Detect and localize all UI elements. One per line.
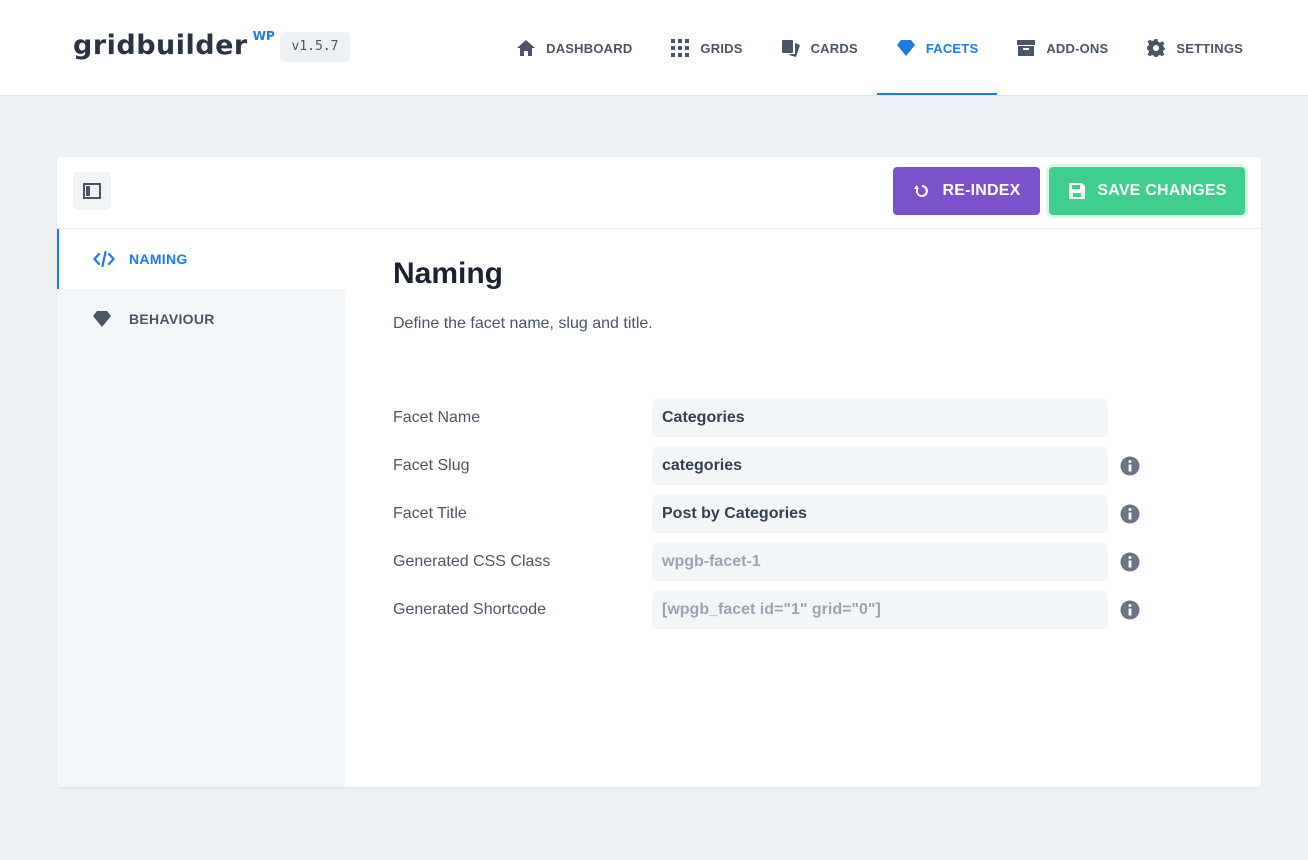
logo[interactable]: gridbuilder WP [73, 28, 275, 68]
facet-editor-panel: RE-INDEX SAVE CHANGES NAMING BEHAVIOUR N… [57, 157, 1261, 787]
field-generated-shortcode: Generated Shortcode [393, 591, 1153, 629]
facet-name-input[interactable] [652, 399, 1108, 437]
reindex-label: RE-INDEX [942, 182, 1021, 199]
save-changes-button[interactable]: SAVE CHANGES [1049, 167, 1245, 215]
sidebar-item-naming[interactable]: NAMING [57, 229, 345, 289]
nav-item-facets[interactable]: FACETS [876, 0, 998, 96]
shortcode-input[interactable] [652, 591, 1108, 629]
nav-item-dashboard[interactable]: DASHBOARD [497, 0, 651, 96]
logo-text: gridbuilder [73, 30, 248, 61]
sidebar-item-label: NAMING [129, 251, 188, 267]
info-icon[interactable] [1120, 600, 1140, 620]
refresh-icon [914, 185, 929, 197]
css-class-input[interactable] [652, 543, 1108, 581]
field-label: Facet Slug [393, 457, 470, 474]
facet-title-input[interactable] [652, 495, 1108, 533]
info-icon[interactable] [1120, 456, 1140, 476]
main-nav: DASHBOARD GRIDS CARDS FACETS ADD-ONS SET… [497, 0, 1262, 96]
sidebar-item-label: BEHAVIOUR [129, 311, 215, 327]
code-icon [93, 250, 115, 268]
field-label: Generated Shortcode [393, 601, 546, 618]
nav-item-cards[interactable]: CARDS [762, 0, 877, 96]
panel-toolbar: RE-INDEX SAVE CHANGES [57, 157, 1261, 229]
nav-item-label: ADD-ONS [1046, 40, 1109, 56]
diamond-icon [896, 40, 915, 56]
field-facet-title: Facet Title [393, 495, 1153, 533]
section-description: Define the facet name, slug and title. [393, 315, 653, 332]
gear-icon [1147, 39, 1166, 57]
sidebar-toggle-button[interactable] [73, 172, 111, 210]
field-label: Facet Name [393, 409, 481, 426]
info-icon[interactable] [1120, 552, 1140, 572]
diamond-icon [93, 311, 111, 327]
facet-slug-input[interactable] [652, 447, 1108, 485]
section-title: Naming [393, 257, 504, 290]
nav-item-label: CARDS [810, 40, 858, 56]
save-changes-label: SAVE CHANGES [1097, 182, 1227, 199]
grid-icon [671, 39, 690, 57]
nav-item-grids[interactable]: GRIDS [651, 0, 761, 96]
field-generated-css-class: Generated CSS Class [393, 543, 1153, 581]
version-badge: v1.5.7 [280, 32, 350, 62]
field-facet-name: Facet Name [393, 399, 1153, 437]
field-label: Facet Title [393, 505, 467, 522]
nav-item-add-ons[interactable]: ADD-ONS [997, 0, 1127, 96]
nav-item-settings[interactable]: SETTINGS [1127, 0, 1262, 96]
floppy-disk-icon [1069, 183, 1086, 199]
sidebar-toggle-icon [83, 183, 101, 199]
reindex-button[interactable]: RE-INDEX [893, 167, 1040, 215]
home-icon [517, 40, 536, 56]
logo-badge: WP [252, 29, 275, 43]
info-icon[interactable] [1120, 504, 1140, 524]
nav-item-label: DASHBOARD [546, 40, 633, 56]
sidebar-item-behaviour[interactable]: BEHAVIOUR [57, 289, 345, 349]
nav-item-label: GRIDS [700, 40, 743, 56]
nav-item-label: SETTINGS [1176, 40, 1243, 56]
cards-icon [781, 40, 800, 57]
nav-item-label: FACETS [925, 40, 979, 56]
field-facet-slug: Facet Slug [393, 447, 1153, 485]
top-header: gridbuilder WP v1.5.7 DASHBOARD GRIDS CA… [0, 0, 1308, 96]
field-label: Generated CSS Class [393, 553, 551, 570]
archive-icon [1017, 40, 1036, 56]
settings-sidebar: NAMING BEHAVIOUR [57, 229, 345, 787]
